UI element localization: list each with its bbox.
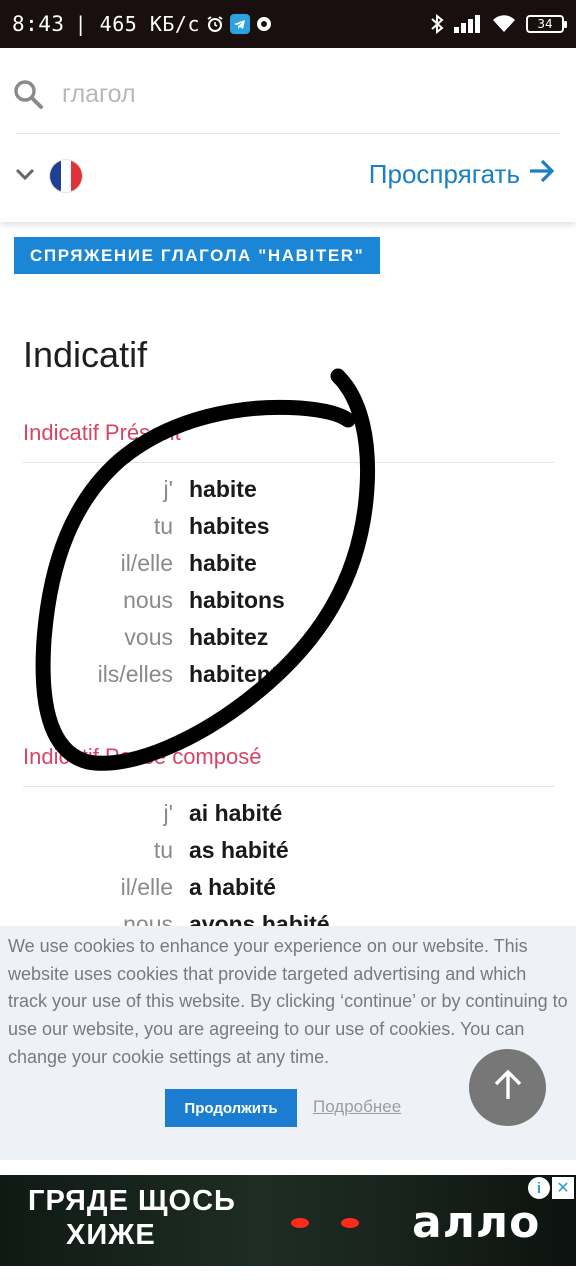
wifi-icon [492, 15, 516, 33]
status-bar: 8:43 | 465 КБ/с 34 [0, 0, 576, 48]
ad-headline-line1: ГРЯДЕ ЩОСЬ [28, 1185, 236, 1217]
app-dot-icon [256, 16, 272, 32]
status-speed: | 465 КБ/с [74, 12, 200, 36]
bluetooth-icon [430, 14, 444, 34]
verb-form: ai habité [189, 800, 283, 826]
mood-title: Indicatif [23, 334, 148, 375]
search-input[interactable] [62, 74, 542, 114]
conjugation-row: j' habite [0, 471, 576, 508]
ad-banner[interactable]: ГРЯДЕ ЩОСЬ ХИЖЕ алло i ✕ [0, 1175, 576, 1266]
language-selector[interactable] [14, 160, 82, 192]
ad-info-icon[interactable]: i [528, 1177, 550, 1199]
conjugation-row: nous habitons [0, 582, 576, 619]
signal-icon [454, 15, 482, 33]
chevron-down-icon[interactable] [14, 166, 36, 187]
continue-button[interactable]: Продолжить [165, 1089, 297, 1127]
tense-title-present: Indicatif Présent [23, 420, 181, 445]
battery-icon: 34 [526, 15, 567, 33]
status-time: 8:43 [12, 12, 65, 36]
ad-headline-line2: ХИЖЕ [66, 1219, 156, 1251]
pronoun: j' [163, 476, 173, 502]
conjugation-row: il/elle habite [0, 545, 576, 582]
tense-divider [23, 462, 554, 463]
search-header: Проспрягать [0, 48, 576, 222]
conjugation-row: tu as habité [0, 832, 576, 869]
verb-form: as habité [189, 837, 289, 863]
verb-form: habite [189, 550, 257, 576]
verb-form: habitent [189, 661, 279, 687]
conjugate-button-label: Проспрягать [368, 159, 520, 189]
more-info-link[interactable]: Подробнее [313, 1097, 401, 1117]
pronoun: vous [124, 624, 173, 650]
ad-creature-eyes-icon [280, 1211, 370, 1240]
pronoun: il/elle [120, 550, 173, 576]
verb-conjugation-badge: СПРЯЖЕНИЕ ГЛАГОЛА "HABITER" [14, 237, 381, 274]
ad-spacer [0, 1160, 576, 1175]
conjugation-row: tu habites [0, 508, 576, 545]
conjugation-row: vous habitez [0, 619, 576, 656]
ad-close-icon[interactable]: ✕ [552, 1177, 574, 1199]
tense-title-passe-compose: Indicatif Passé composé [23, 744, 262, 769]
verb-form: habitons [189, 587, 285, 613]
cookie-text: We use cookies to enhance your experienc… [8, 936, 568, 1067]
pronoun: tu [153, 837, 173, 863]
pronoun: il/elle [120, 874, 173, 900]
conjugation-row: il/elle a habité [0, 869, 576, 906]
tense-divider [23, 786, 554, 787]
verb-form: a habité [189, 874, 276, 900]
conjugation-row: j' ai habité [0, 795, 576, 832]
ad-brand-logo: алло [412, 1197, 541, 1248]
bottom-strip [0, 1266, 576, 1280]
arrow-up-icon [493, 1069, 523, 1106]
france-flag-icon [50, 160, 82, 192]
search-icon [12, 78, 44, 115]
conjugate-button[interactable]: Проспрягать [369, 158, 556, 191]
telegram-icon [230, 14, 250, 34]
header-divider [16, 133, 560, 134]
pronoun: j' [163, 800, 173, 826]
alarm-icon [206, 15, 224, 33]
conjugation-row: ils/elles habitent [0, 656, 576, 693]
pronoun: tu [153, 513, 173, 539]
scroll-to-top-button[interactable] [469, 1049, 546, 1126]
cookie-banner: We use cookies to enhance your experienc… [0, 926, 576, 1160]
pronoun: ils/elles [97, 661, 173, 687]
pronoun: nous [123, 587, 173, 613]
verb-form: habite [189, 476, 257, 502]
verb-form: habites [189, 513, 270, 539]
verb-form: habitez [189, 624, 269, 650]
arrow-right-icon [528, 158, 556, 191]
